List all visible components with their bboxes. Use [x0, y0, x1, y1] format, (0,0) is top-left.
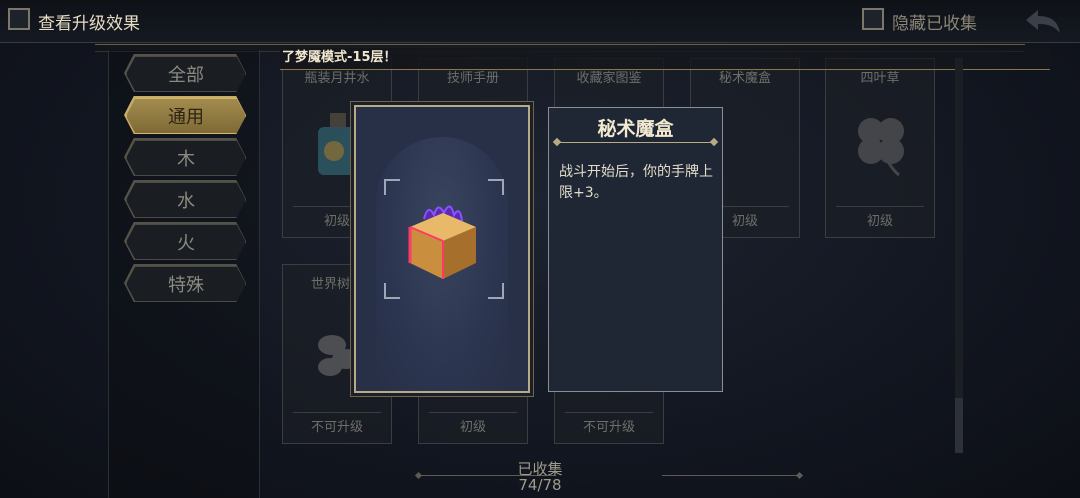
frame-corner: [488, 179, 504, 195]
view-upgrade-label[interactable]: 查看升级效果: [38, 9, 140, 34]
card-divider: [565, 412, 653, 413]
category-fire[interactable]: 火: [126, 224, 246, 260]
category-water[interactable]: 水: [126, 182, 246, 218]
clover-icon: [858, 118, 904, 177]
card-level: 初级: [459, 420, 486, 435]
collected-count: 74/78: [518, 476, 562, 494]
view-upgrade-checkbox[interactable]: [8, 8, 30, 30]
notification-banner: 了梦魇模式-15层！: [280, 48, 1050, 70]
card-divider: [293, 412, 381, 413]
detail-title: 秘术魔盒: [597, 118, 674, 140]
scrollbar-thumb[interactable]: [955, 398, 963, 453]
card-level: 初级: [866, 214, 893, 229]
hide-collected-checkbox[interactable]: [862, 8, 884, 30]
back-arrow-icon[interactable]: [1022, 6, 1064, 36]
hide-collected-label[interactable]: 隐藏已收集: [892, 9, 977, 34]
detail-description: 战斗开始后，你的手牌上限+3。: [559, 164, 713, 201]
frame-corner: [384, 283, 400, 299]
card-divider: [836, 206, 924, 207]
title-divider: [557, 142, 714, 143]
frame-corner: [488, 283, 504, 299]
category-all[interactable]: 全部: [126, 56, 246, 92]
detail-info-panel: 秘术魔盒 战斗开始后，你的手牌上限+3。: [548, 107, 723, 392]
scrollbar-track[interactable]: [955, 58, 963, 453]
magic-box-icon: [408, 205, 476, 279]
category-general[interactable]: 通用: [126, 98, 246, 134]
card-level: 不可升级: [310, 420, 363, 435]
relic-card[interactable]: 四叶草 初级: [825, 58, 935, 238]
card-level: 不可升级: [582, 420, 635, 435]
frame-corner: [384, 179, 400, 195]
category-wood[interactable]: 木: [126, 140, 246, 176]
detail-art-panel: [354, 105, 530, 393]
category-special[interactable]: 特殊: [126, 266, 246, 302]
card-divider: [429, 412, 517, 413]
